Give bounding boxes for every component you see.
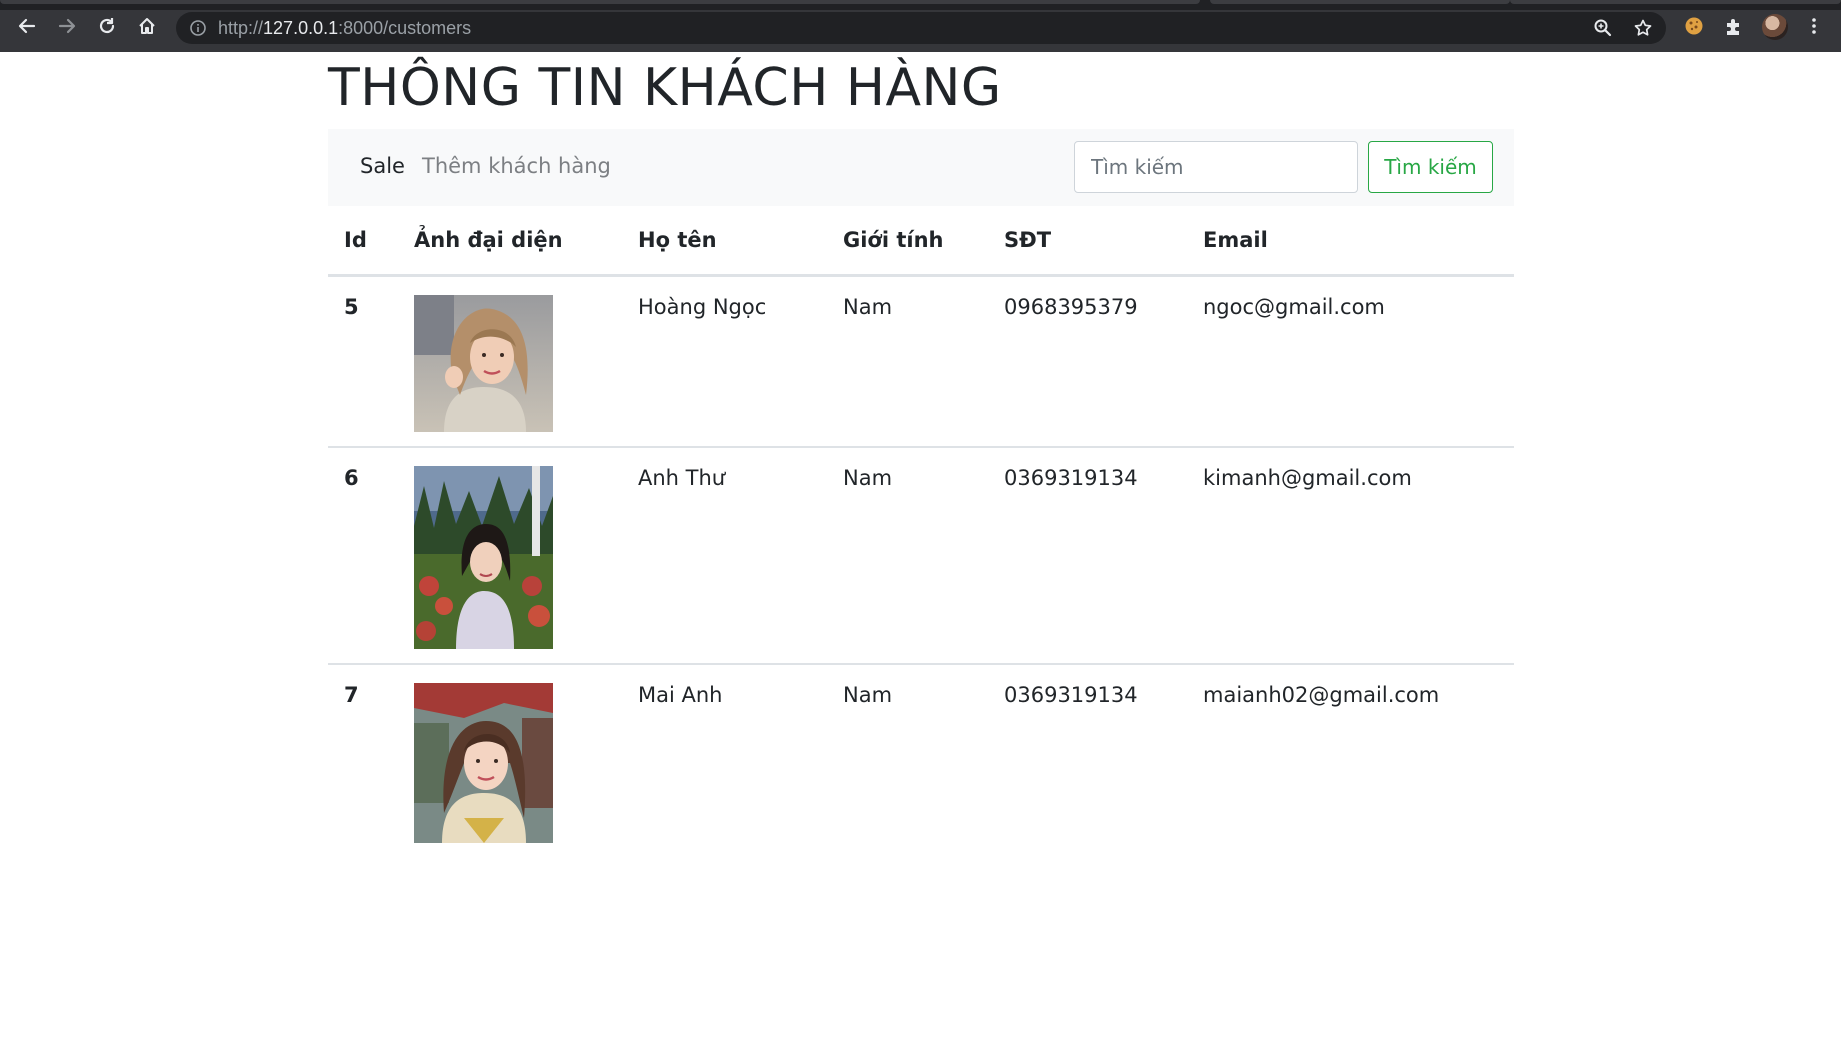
cell-id: 5 xyxy=(328,275,398,448)
cell-gender: Nam xyxy=(843,683,893,707)
customers-table: Id Ảnh đại diện Họ tên Giới tính SĐT Ema… xyxy=(328,207,1514,864)
cell-gender: Nam xyxy=(827,275,988,448)
cell-avatar xyxy=(398,447,622,665)
cell-id: 6 xyxy=(328,447,398,665)
search-input[interactable] xyxy=(1074,141,1358,193)
customer-photo xyxy=(414,294,553,432)
cell-name: Mai Anh xyxy=(638,683,723,707)
column-header-gender: Giới tính xyxy=(827,207,988,277)
cell-gender: Nam xyxy=(827,447,988,665)
column-header-avatar: Ảnh đại diện xyxy=(398,207,622,277)
bookmark-star-icon[interactable] xyxy=(1630,15,1656,41)
zoom-icon[interactable] xyxy=(1590,15,1616,41)
cell-phone: 0369319134 xyxy=(988,447,1187,665)
cell-email: ngoc@gmail.com xyxy=(1187,275,1514,448)
home-icon[interactable] xyxy=(133,12,161,40)
cell-avatar xyxy=(398,664,622,864)
cell-email: maianh02@gmail.com xyxy=(1203,683,1440,707)
browser-tab[interactable] xyxy=(1510,0,1841,4)
browser-tab[interactable] xyxy=(0,0,1200,4)
url-text[interactable]: http://127.0.0.1:8000/customers xyxy=(218,12,471,44)
column-header-name: Họ tên xyxy=(622,207,827,277)
cell-phone: 0369319134 xyxy=(1004,683,1138,707)
profile-avatar[interactable] xyxy=(1762,14,1788,40)
page-title: THÔNG TIN KHÁCH HÀNG xyxy=(328,58,1002,118)
reload-icon[interactable] xyxy=(93,12,121,40)
address-bar[interactable]: http://127.0.0.1:8000/customers xyxy=(176,12,1666,44)
table-row: 6 Anh Thư Nam 0369319134 kimanh@gmail.co… xyxy=(328,447,1514,665)
search-button[interactable]: Tìm kiếm xyxy=(1368,141,1493,193)
customer-photo xyxy=(414,466,553,649)
site-info-icon[interactable] xyxy=(188,18,208,38)
extensions-puzzle-icon[interactable] xyxy=(1720,12,1748,40)
browser-toolbar: http://127.0.0.1:8000/customers xyxy=(0,0,1841,52)
table-row: 5 Hoàng Ngọc Nam 0968395379 ngoc@gmail.c… xyxy=(328,275,1514,448)
cell-avatar xyxy=(398,275,622,448)
cell-phone: 0968395379 xyxy=(988,275,1187,448)
column-header-id: Id xyxy=(328,207,398,277)
column-header-phone: SĐT xyxy=(988,207,1187,277)
browser-menu-icon[interactable] xyxy=(1800,12,1828,40)
url-host: 127.0.0.1 xyxy=(263,18,339,38)
customer-photo xyxy=(414,683,553,843)
navbar-brand[interactable]: Sale xyxy=(360,154,405,178)
url-scheme: http:// xyxy=(218,18,264,38)
tab-strip xyxy=(0,0,1841,10)
url-path: :8000/customers xyxy=(338,18,472,38)
cookie-extension-icon[interactable] xyxy=(1680,12,1708,40)
browser-tab[interactable] xyxy=(1210,0,1510,4)
forward-icon[interactable] xyxy=(53,12,81,40)
navbar: Sale Thêm khách hàng Tìm kiếm xyxy=(328,129,1514,206)
table-header-row: Id Ảnh đại diện Họ tên Giới tính SĐT Ema… xyxy=(328,207,1514,277)
cell-id: 7 xyxy=(344,683,359,707)
cell-name: Anh Thư xyxy=(622,447,827,665)
add-customer-link[interactable]: Thêm khách hàng xyxy=(422,154,611,178)
column-header-email: Email xyxy=(1187,207,1514,277)
cell-name: Hoàng Ngọc xyxy=(622,275,827,448)
table-row: 7 Mai Anh Nam 0369319134 maianh02@gmail.… xyxy=(328,664,1514,864)
cell-email: kimanh@gmail.com xyxy=(1187,447,1514,665)
back-icon[interactable] xyxy=(13,12,41,40)
